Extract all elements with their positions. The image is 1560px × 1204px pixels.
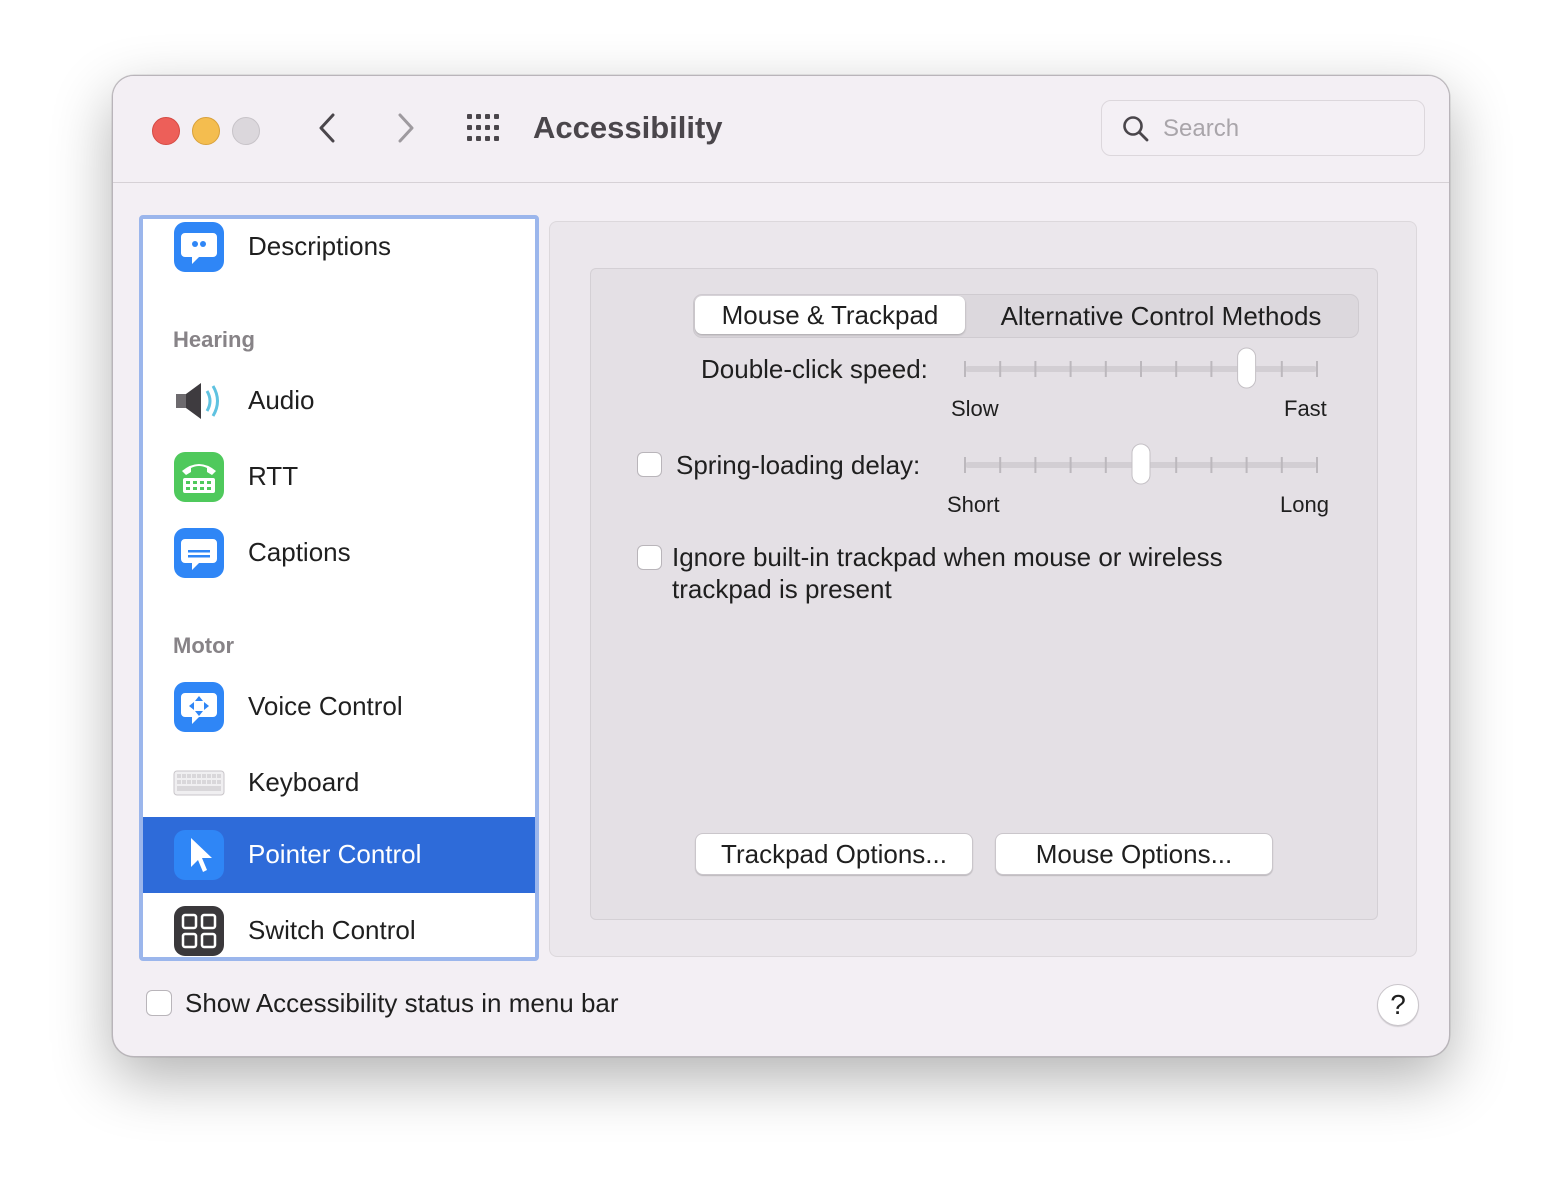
tab-bar: Mouse & Trackpad Alternative Control Met… [693,294,1359,338]
close-button[interactable] [152,117,180,145]
speech-bubble-quote-icon [174,222,224,272]
tab-content: Mouse & Trackpad Alternative Control Met… [590,268,1378,920]
section-heading-motor: Motor [173,633,235,658]
main-panel: Mouse & Trackpad Alternative Control Met… [549,221,1417,957]
tab-alternative-control-methods[interactable]: Alternative Control Methods [966,295,1356,337]
slider-knob[interactable] [1237,347,1257,389]
sidebar-item-label: Descriptions [248,231,392,261]
captions-bubble-icon [174,528,224,578]
search-field[interactable]: Search [1101,100,1425,156]
search-placeholder: Search [1163,115,1240,142]
sidebar-item-label: Audio [248,385,315,415]
sidebar-item-label: Switch Control [248,915,416,945]
sidebar-item-switch-control[interactable]: Switch Control [143,893,535,957]
slow-label: Slow [951,396,999,421]
voice-control-icon [174,682,224,732]
forward-button[interactable] [385,108,425,148]
sidebar-item-audio[interactable]: Audio [143,363,535,439]
sidebar-item-label: Keyboard [248,767,360,797]
sidebar-item-label: Voice Control [248,691,403,721]
tab-mouse-trackpad[interactable]: Mouse & Trackpad [695,296,965,334]
switch-grid-icon [174,906,224,956]
long-label: Long [1280,492,1329,517]
keyboard-icon [173,770,225,796]
double-click-speed-slider[interactable] [955,346,1327,392]
spring-loading-label: Spring-loading delay: [676,450,921,480]
preferences-window: Accessibility Search Descriptions Hearin… [112,75,1450,1057]
double-click-speed-label: Double-click speed: [701,354,928,384]
back-button[interactable] [309,108,349,148]
show-status-label: Show Accessibility status in menu bar [185,988,619,1018]
mouse-options-button[interactable]: Mouse Options... [995,833,1273,875]
help-button[interactable]: ? [1377,984,1419,1026]
ignore-trackpad-label-line2: trackpad is present [672,574,892,604]
sidebar-item-label: Pointer Control [248,839,422,869]
title-bar: Accessibility Search [113,76,1449,183]
spring-loading-slider[interactable] [955,442,1327,488]
teletype-phone-icon [174,452,224,502]
search-icon [1123,116,1149,142]
sidebar-item-voice-control[interactable]: Voice Control [143,669,535,745]
sidebar-list[interactable]: Descriptions Hearing Audio RTT Captions … [139,215,539,961]
sidebar-item-keyboard[interactable]: Keyboard [143,745,535,821]
grid-icon [467,114,499,141]
pointer-arrow-icon [174,830,224,880]
chevron-right-icon [398,113,414,143]
sidebar-item-rtt[interactable]: RTT [143,439,535,515]
short-label: Short [947,492,1000,517]
slider-knob[interactable] [1131,443,1151,485]
section-heading-hearing: Hearing [173,327,255,352]
sidebar-item-captions[interactable]: Captions [143,515,535,591]
sidebar-item-descriptions[interactable]: Descriptions [143,219,535,285]
speaker-icon [176,383,219,419]
zoom-button[interactable] [232,117,260,145]
trackpad-options-button[interactable]: Trackpad Options... [695,833,973,875]
ignore-trackpad-label-line1: Ignore built-in trackpad when mouse or w… [672,542,1223,572]
spring-loading-checkbox[interactable] [637,452,662,477]
show-status-checkbox[interactable] [146,990,172,1016]
show-all-button[interactable] [465,112,505,144]
sidebar-item-label: RTT [248,461,299,491]
window-title: Accessibility [533,110,723,145]
fast-label: Fast [1284,396,1327,421]
minimize-button[interactable] [192,117,220,145]
sidebar-item-pointer-control[interactable]: Pointer Control [143,817,535,893]
chevron-left-icon [319,113,335,143]
sidebar-item-label: Captions [248,537,351,567]
ignore-trackpad-checkbox[interactable] [637,545,662,570]
